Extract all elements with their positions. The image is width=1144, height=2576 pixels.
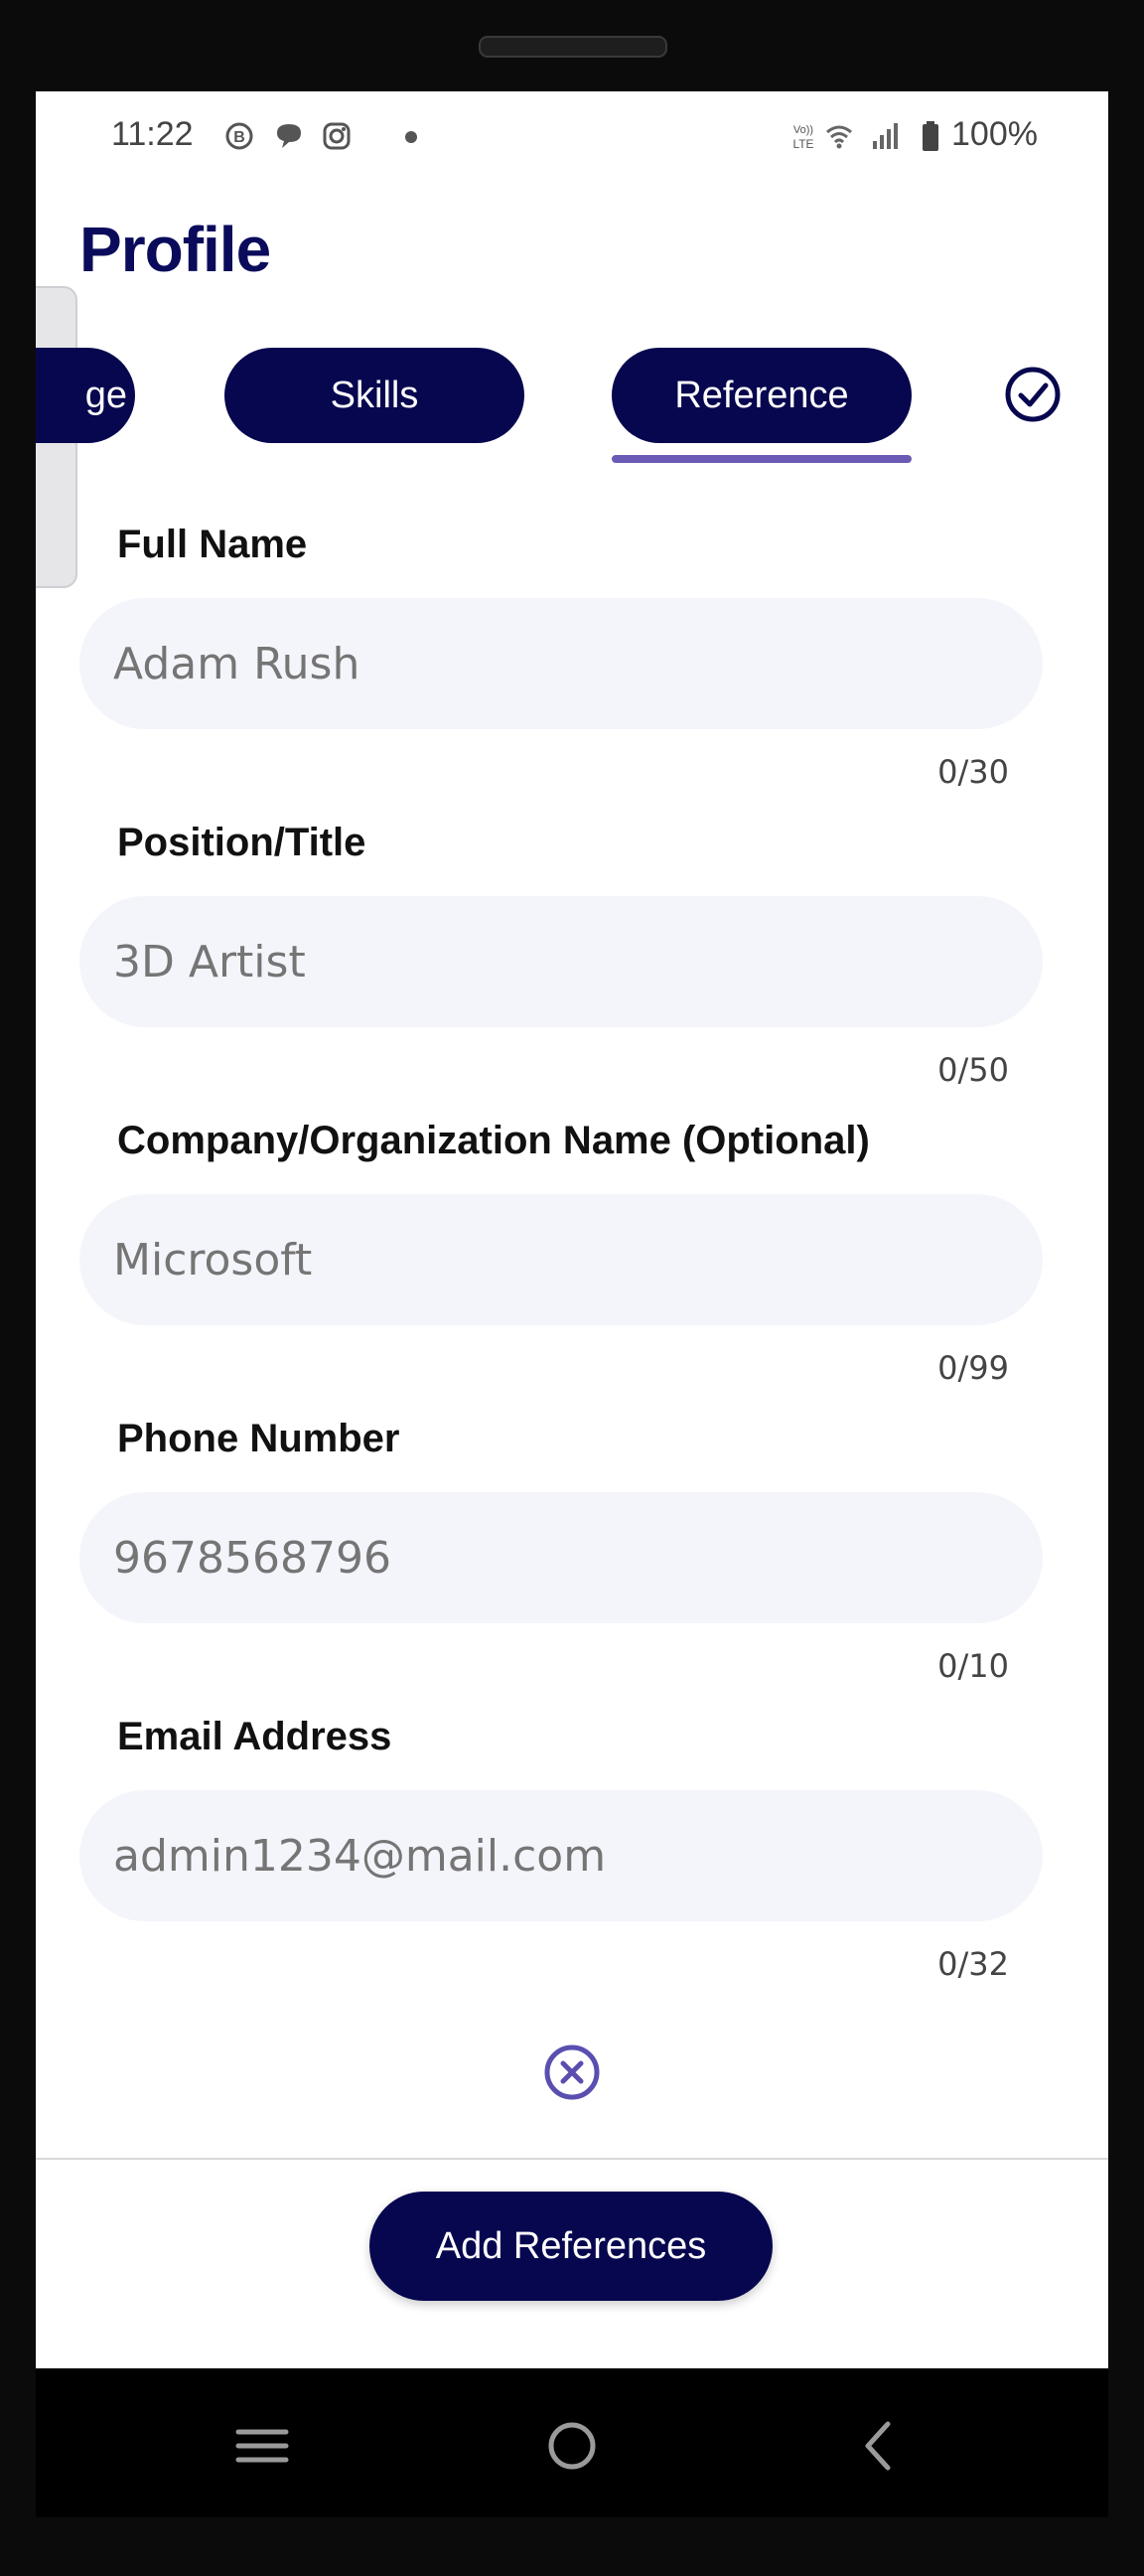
phone-frame: 11:22 B Vo)) LTE 100% Profile ge Skills … <box>0 0 1144 2576</box>
add-references-label: Add References <box>435 2224 707 2267</box>
full-name-counter: 0/30 <box>937 753 1009 791</box>
svg-text:B: B <box>233 129 245 146</box>
email-input[interactable] <box>79 1790 1043 1921</box>
volte-icon: Vo)) LTE <box>786 121 820 151</box>
remove-reference-icon[interactable] <box>542 2043 602 2102</box>
battery-percentage: 100% <box>951 115 1038 153</box>
footer-divider <box>36 2158 1108 2160</box>
back-icon[interactable] <box>850 2416 910 2476</box>
position-label: Position/Title <box>117 821 366 864</box>
full-name-label: Full Name <box>117 523 308 566</box>
battery-icon <box>916 121 945 151</box>
tab-label: ge <box>84 374 127 416</box>
phone-counter: 0/10 <box>937 1647 1009 1685</box>
earpiece-speaker <box>479 36 667 58</box>
tab-label: Reference <box>674 374 849 416</box>
position-input[interactable] <box>79 896 1043 1027</box>
system-nav-bar <box>36 2368 1108 2517</box>
home-icon[interactable] <box>542 2416 602 2476</box>
company-counter: 0/99 <box>937 1349 1009 1387</box>
page-title: Profile <box>79 214 271 285</box>
company-input[interactable] <box>79 1194 1043 1325</box>
phone-input[interactable] <box>79 1492 1043 1623</box>
status-time: 11:22 <box>111 115 194 153</box>
tab-reference[interactable]: Reference <box>612 348 912 443</box>
instagram-icon <box>322 121 352 151</box>
wifi-icon <box>824 121 854 151</box>
status-bar: 11:22 B Vo)) LTE 100% <box>36 91 1108 191</box>
phone-label: Phone Number <box>117 1417 400 1460</box>
recent-apps-icon[interactable] <box>232 2416 292 2476</box>
company-label: Company/Organization Name (Optional) <box>117 1119 870 1162</box>
position-counter: 0/50 <box>937 1051 1009 1089</box>
tab-skills[interactable]: Skills <box>224 348 524 443</box>
tab-label: Skills <box>330 374 419 416</box>
app-screen: 11:22 B Vo)) LTE 100% Profile ge Skills … <box>36 91 1108 2368</box>
svg-text:Vo)): Vo)) <box>793 124 813 136</box>
email-label: Email Address <box>117 1715 392 1758</box>
email-counter: 0/32 <box>937 1945 1009 1983</box>
chat-bubble-icon <box>274 121 304 151</box>
tab-language[interactable]: ge <box>36 348 135 443</box>
b-notification-icon: B <box>224 121 254 151</box>
check-circle-icon[interactable] <box>1003 365 1063 424</box>
dot-icon <box>405 131 417 143</box>
full-name-input[interactable] <box>79 598 1043 729</box>
signal-icon <box>870 121 900 151</box>
active-tab-indicator <box>612 455 912 463</box>
svg-text:LTE: LTE <box>792 137 813 151</box>
add-references-button[interactable]: Add References <box>369 2192 773 2301</box>
